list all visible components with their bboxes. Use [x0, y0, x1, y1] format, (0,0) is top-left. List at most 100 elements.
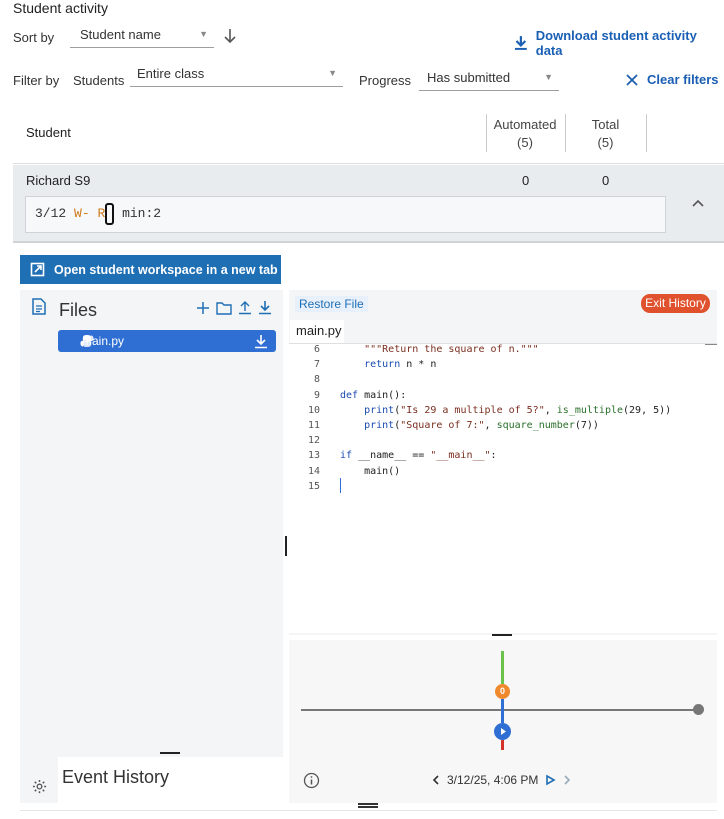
line-number: 11 — [307, 420, 320, 431]
activity-summary: 3/12 W- R min:2 — [25, 196, 666, 233]
download-icon — [514, 36, 527, 50]
code-editor[interactable]: 6 """Return the square of n.""" 7 return … — [289, 343, 717, 633]
open-workspace-button[interactable]: Open student workspace in a new tab — [20, 255, 281, 284]
sort-arrow-down-icon[interactable] — [222, 27, 238, 48]
clear-filters-label: Clear filters — [647, 72, 719, 87]
line-number: 15 — [307, 480, 320, 492]
timeline-red-bar — [501, 740, 504, 750]
summary-date: 3/12 — [35, 206, 67, 221]
chevron-up-icon[interactable] — [691, 196, 705, 211]
caret-down-icon: ▼ — [199, 29, 208, 39]
gear-icon[interactable] — [32, 779, 47, 797]
line-number: 10 — [307, 404, 320, 416]
line-number: 12 — [307, 435, 320, 447]
close-icon — [626, 73, 638, 86]
restore-file-button[interactable]: Restore File — [295, 296, 368, 312]
code-line: 14 main() — [289, 466, 400, 481]
line-text: print("Is 29 a multiple of 5?", is_multi… — [364, 404, 672, 416]
col-total-count: (5) — [597, 135, 614, 150]
clear-filters-button[interactable]: Clear filters — [625, 72, 719, 87]
code-line: 12 — [289, 435, 340, 450]
students-label: Students — [73, 73, 125, 88]
resize-handle[interactable] — [160, 752, 180, 754]
folder-icon[interactable] — [216, 301, 232, 315]
timeline-blue-line — [501, 699, 504, 723]
code-line: 13 if __name__ == "__main__": — [289, 450, 497, 465]
timeline-nav: 3/12/25, 4:06 PM — [431, 773, 572, 787]
progress-label: Progress — [359, 73, 412, 88]
event-history-title: Event History — [62, 767, 170, 787]
line-number: 8 — [313, 374, 320, 386]
upload-icon[interactable] — [238, 300, 252, 315]
progress-select-value: Has submitted — [427, 70, 511, 85]
exit-history-button[interactable]: Exit History — [641, 294, 710, 313]
horizontal-resize-handle[interactable] — [492, 634, 512, 636]
line-text: if __name__ == "__main__": — [340, 450, 497, 462]
file-doc-icon — [32, 298, 46, 318]
line-text: """Return the square of n.""" — [364, 344, 539, 355]
timeline-marker-orange[interactable]: 0 — [495, 684, 510, 699]
download-activity-link[interactable]: Download student activity data — [514, 28, 724, 58]
download-icon[interactable] — [254, 334, 268, 352]
col-total[interactable]: Total (5) — [569, 116, 642, 152]
download-activity-label: Download student activity data — [535, 28, 697, 58]
total-score: 0 — [602, 173, 610, 188]
summary-r: R — [97, 206, 106, 221]
timeline-track — [301, 709, 698, 711]
timeline-playhead[interactable] — [494, 723, 511, 740]
student-name[interactable]: Richard S9 — [26, 173, 90, 188]
open-workspace-label: Open student workspace in a new tab — [54, 262, 278, 277]
col-automated[interactable]: Automated (5) — [489, 116, 561, 152]
plus-icon[interactable] — [196, 301, 210, 315]
timeline-end-dot[interactable] — [693, 704, 704, 715]
table-header: Student Automated (5) Total (5) — [13, 102, 724, 164]
col-automated-label: Automated — [493, 117, 557, 132]
files-panel — [20, 290, 283, 803]
code-line: 15 — [289, 481, 340, 496]
code-line: 9 def main(): — [289, 390, 406, 405]
automated-score: 0 — [522, 173, 530, 188]
line-number: 7 — [313, 359, 320, 371]
code-line: 8 — [289, 374, 340, 389]
play-icon — [501, 728, 506, 735]
line-text: return n * n — [364, 359, 437, 371]
timeline-green-bar — [501, 651, 504, 684]
download-icon[interactable] — [258, 300, 272, 315]
line-text: def main(): — [340, 389, 407, 401]
students-select-value: Entire class — [137, 66, 205, 81]
students-select[interactable]: Entire class ▼ — [130, 66, 343, 87]
open-external-icon — [30, 262, 45, 277]
timeline-panel: 0 3/12/25, 4:06 PM — [289, 640, 717, 803]
code-line: 6 """Return the square of n.""" — [289, 344, 539, 359]
line-number: 6 — [313, 344, 320, 355]
chevron-right-icon[interactable] — [562, 774, 572, 786]
text-cursor — [105, 202, 115, 225]
info-icon[interactable] — [303, 772, 320, 792]
bottom-resize-handle[interactable] — [358, 803, 378, 808]
chevron-left-icon[interactable] — [431, 774, 441, 786]
python-icon — [80, 334, 94, 351]
line-text: main() — [340, 465, 401, 477]
progress-select[interactable]: Has submitted ▼ — [419, 70, 559, 91]
tab-main-py[interactable]: main.py — [290, 320, 344, 344]
line-number: 13 — [307, 450, 320, 462]
summary-w: W- — [74, 206, 90, 221]
caret-down-icon: ▼ — [544, 72, 553, 82]
line-number: 9 — [313, 389, 320, 401]
line-number: 14 — [307, 465, 320, 477]
filter-by-label: Filter by — [13, 73, 60, 88]
summary-min: min:2 — [122, 206, 162, 221]
sort-select[interactable]: Student name ▼ — [70, 27, 214, 48]
col-student: Student — [26, 125, 71, 140]
page-title: Student activity — [13, 0, 108, 16]
timeline-date: 3/12/25, 4:06 PM — [447, 773, 539, 787]
col-total-label: Total — [591, 117, 620, 132]
files-title: Files — [59, 300, 98, 320]
code-line: 11 print("Square of 7:", square_number(7… — [289, 420, 599, 435]
vertical-resize-handle[interactable] — [285, 536, 287, 556]
editor-cursor — [340, 478, 341, 493]
line-text: print("Square of 7:", square_number(7)) — [364, 420, 599, 431]
col-automated-count: (5) — [517, 135, 533, 150]
play-icon[interactable] — [544, 774, 557, 786]
code-line: 7 return n * n — [289, 359, 436, 374]
